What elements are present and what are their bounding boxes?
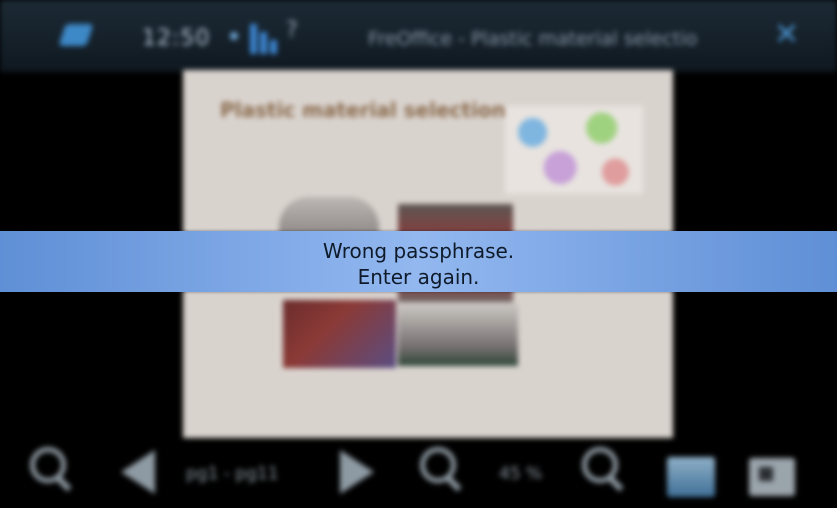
thumbnails-icon[interactable] [667, 457, 715, 497]
status-info-icon: ? [286, 18, 298, 43]
close-icon[interactable]: ✕ [774, 17, 799, 52]
notification-instruction: Enter again. [357, 265, 480, 289]
signal-icon [250, 20, 284, 54]
zoom-level[interactable]: 45 % [499, 464, 542, 484]
next-page-icon[interactable] [340, 450, 374, 494]
page-range[interactable]: pg1 - pg11 [186, 464, 279, 484]
slide-image [398, 302, 518, 366]
fullscreen-icon[interactable] [749, 458, 795, 496]
search-icon[interactable] [30, 447, 66, 483]
task-switcher-icon[interactable] [58, 24, 94, 46]
alarm-icon [230, 32, 238, 40]
clock: 12:50 [142, 26, 211, 51]
previous-page-icon[interactable] [121, 450, 155, 494]
zoom-in-icon[interactable] [582, 447, 618, 483]
slide-title: Plastic material selection [220, 98, 506, 122]
notification-banner[interactable]: Wrong passphrase. Enter again. [0, 231, 837, 292]
status-bar: 12:50 ? FreOffice - Plastic material sel… [0, 0, 837, 72]
zoom-out-icon[interactable] [420, 447, 456, 483]
window-title: FreOffice - Plastic material selectio [368, 28, 698, 50]
slide-image [283, 300, 396, 368]
notification-message: Wrong passphrase. [322, 239, 515, 263]
slide-diagram [505, 106, 643, 194]
